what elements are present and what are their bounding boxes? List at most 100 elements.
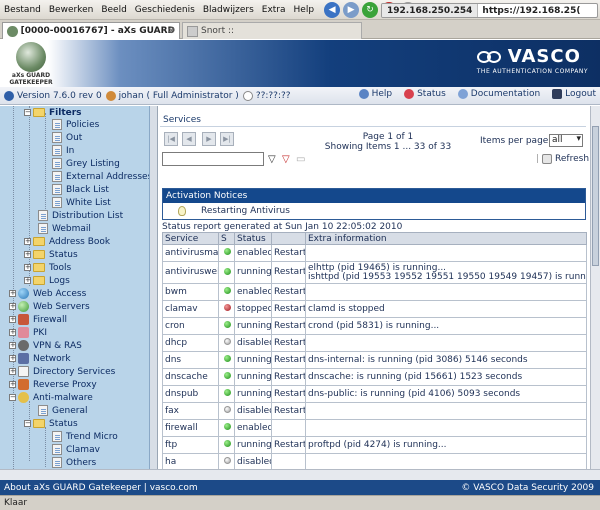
expand-icon[interactable]: +	[24, 277, 31, 284]
restart-button[interactable]: Restart	[271, 244, 306, 262]
tree-item-external-addresses[interactable]: External Addresses	[52, 170, 149, 183]
expand-icon[interactable]: +	[9, 290, 16, 297]
expand-icon[interactable]: +	[9, 303, 16, 310]
tree-item-firewall[interactable]: + Firewall	[9, 313, 67, 326]
expand-icon[interactable]: +	[24, 264, 31, 271]
expand-icon[interactable]: +	[9, 355, 16, 362]
menu-bewerken[interactable]: Bewerken	[45, 5, 97, 15]
expand-icon[interactable]: +	[24, 238, 31, 245]
expand-icon[interactable]: +	[9, 316, 16, 323]
restart-button[interactable]: Restart	[271, 368, 306, 386]
tree-item-tools[interactable]: + Tools	[24, 261, 71, 274]
documentation-link[interactable]: Documentation	[457, 89, 540, 99]
restart-button[interactable]: Restart	[271, 351, 306, 369]
tree-item-distribution-list[interactable]: Distribution List	[38, 209, 123, 222]
forward-icon[interactable]: ▶	[343, 1, 360, 18]
service-status: stopped	[234, 300, 272, 318]
tree-item-web-access[interactable]: + Web Access	[9, 287, 86, 300]
url-bar[interactable]: 192.168.250.254 https://192.168.25(	[381, 3, 598, 18]
restart-button[interactable]: Restart	[271, 317, 306, 335]
collapse-icon[interactable]: −	[9, 394, 16, 401]
menu-beeld[interactable]: Beeld	[97, 5, 130, 15]
logout-link[interactable]: Logout	[552, 89, 596, 99]
expand-icon[interactable]: +	[9, 368, 16, 375]
restart-button[interactable]: Restart	[271, 300, 306, 318]
extra-information: elhttp (pid 19465) is running... ishttpd …	[305, 261, 587, 284]
restart-button[interactable]: Restart	[271, 385, 306, 403]
first-page-button[interactable]: |◀	[164, 132, 178, 146]
column-extra-information[interactable]: Extra information	[305, 232, 587, 245]
collapse-icon[interactable]: −	[24, 109, 31, 116]
close-icon[interactable]: ⊗	[167, 26, 175, 36]
tree-item-in[interactable]: In	[52, 144, 74, 157]
status-link[interactable]: Status	[404, 89, 446, 99]
column-s[interactable]: S	[218, 232, 235, 245]
tree-item-status[interactable]: + Status	[24, 248, 78, 261]
tree-item-general[interactable]: General	[38, 404, 87, 417]
restart-button[interactable]: Restart	[271, 402, 306, 420]
expand-icon[interactable]: +	[9, 329, 16, 336]
menu-geschiedenis[interactable]: Geschiedenis	[131, 5, 199, 15]
tree-item-white-list[interactable]: White List	[52, 196, 111, 209]
tree-item-black-list[interactable]: Black List	[52, 183, 109, 196]
tree-item-web-servers[interactable]: + Web Servers	[9, 300, 90, 313]
tree-item-pki[interactable]: + PKI	[9, 326, 47, 339]
column-service[interactable]: Service	[162, 232, 219, 245]
tree-item-clamav[interactable]: Clamav	[52, 443, 100, 456]
items-per-page-select[interactable]: all	[549, 134, 583, 147]
vertical-scrollbar[interactable]	[590, 106, 600, 469]
tree-item-network[interactable]: + Network	[9, 352, 71, 365]
export-icon[interactable]: ▭	[296, 154, 305, 165]
tree-item-antimalware-status[interactable]: − Status	[24, 417, 78, 430]
menu-bladwijzers[interactable]: Bladwijzers	[199, 5, 258, 15]
column-status[interactable]: Status	[234, 232, 272, 245]
collapse-icon[interactable]: −	[24, 420, 31, 427]
extra-information: dnscache: is running (pid 15661) 1523 se…	[305, 368, 587, 386]
restart-button[interactable]: Restart	[271, 436, 306, 454]
tree-item-label: Filters	[49, 107, 82, 118]
tab-axs-guard[interactable]: [0000-00016767] - aXs GUARD ⊗	[2, 22, 180, 39]
tree-item-logs[interactable]: + Logs	[24, 274, 70, 287]
expand-icon[interactable]: +	[24, 251, 31, 258]
tree-item-policies[interactable]: Policies	[52, 118, 99, 131]
footer-links[interactable]: About aXs GUARD Gatekeeper | vasco.com	[4, 483, 198, 493]
tree-item-reverse-proxy[interactable]: + Reverse Proxy	[9, 378, 97, 391]
previous-page-button[interactable]: ◀	[182, 132, 196, 146]
expand-icon[interactable]: +	[9, 381, 16, 388]
tab-snort[interactable]: Snort ::	[182, 22, 362, 39]
tree-item-webmail[interactable]: Webmail	[38, 222, 91, 235]
tree-item-anti-malware[interactable]: − Anti-malware	[9, 391, 93, 404]
filter-icon[interactable]: ▽	[268, 154, 276, 165]
url-text[interactable]: https://192.168.25(	[478, 6, 580, 16]
tree-item-others[interactable]: Others	[52, 456, 96, 469]
firewall-icon	[18, 314, 29, 325]
menu-bestand[interactable]: Bestand	[0, 5, 45, 15]
tree-item-address-book[interactable]: + Address Book	[24, 235, 110, 248]
clear-filter-icon[interactable]: ▽	[282, 154, 290, 165]
last-page-button[interactable]: ▶|	[220, 132, 234, 146]
refresh-button[interactable]: | Refresh	[536, 154, 589, 164]
tree-item-vpn-ras[interactable]: + VPN & RAS	[9, 339, 82, 352]
help-link[interactable]: Help	[358, 89, 392, 99]
menu-help[interactable]: Help	[290, 5, 319, 15]
status-indicator	[218, 419, 235, 437]
horizontal-scrollbar[interactable]	[0, 469, 600, 480]
back-icon[interactable]: ◀	[324, 1, 341, 18]
tree-item-trend-micro[interactable]: Trend Micro	[52, 430, 118, 443]
pane-splitter[interactable]	[150, 106, 158, 469]
restart-button[interactable]: Restart	[271, 261, 306, 284]
scrollbar-thumb[interactable]	[592, 126, 599, 266]
tree-item-out[interactable]: Out	[52, 131, 82, 144]
expand-icon[interactable]: +	[9, 342, 16, 349]
restart-button[interactable]: Restart	[271, 334, 306, 352]
next-page-button[interactable]: ▶	[202, 132, 216, 146]
refresh-icon	[542, 154, 553, 164]
status-indicator	[218, 453, 235, 469]
tree-item-grey-listing[interactable]: Grey Listing	[52, 157, 120, 170]
filter-input[interactable]	[162, 152, 264, 166]
reload-icon[interactable]: ↻	[362, 1, 379, 18]
menu-extra[interactable]: Extra	[258, 5, 290, 15]
tree-item-directory-services[interactable]: + Directory Services	[9, 365, 115, 378]
restart-button[interactable]: Restart	[271, 283, 306, 301]
tree-item-label: General	[52, 405, 88, 416]
